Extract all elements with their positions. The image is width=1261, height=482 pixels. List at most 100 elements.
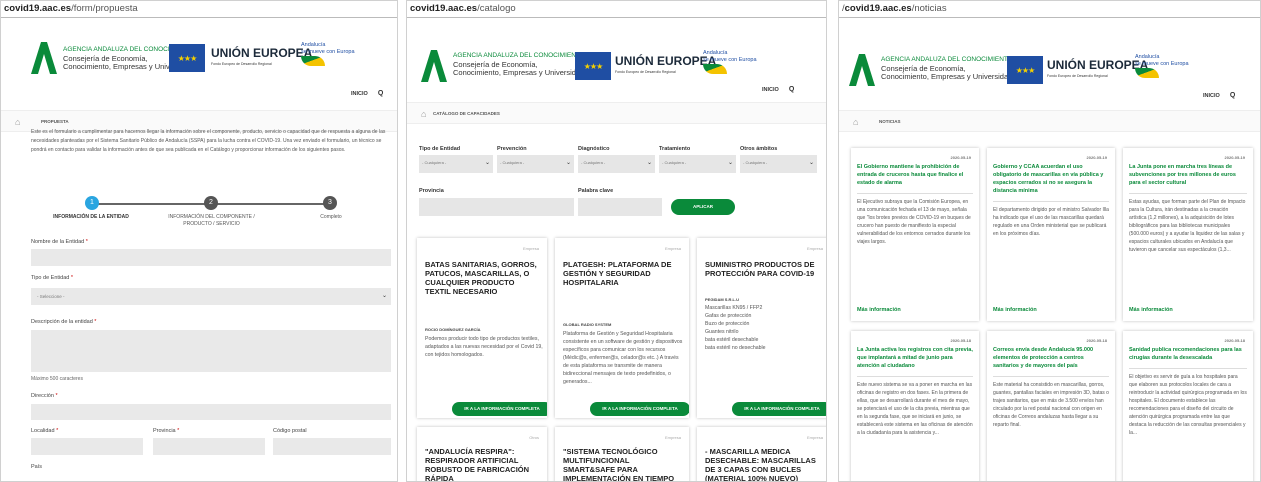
card-title[interactable]: - MASCARILLA MEDICA DESECHABLE: MASCARIL… <box>705 447 820 481</box>
junta-logo-icon[interactable] <box>849 54 875 86</box>
news-desc: Estas ayudas, que forman parte del Plan … <box>1129 199 1246 253</box>
eu-title: UNIÓN EUROPEA <box>211 46 313 60</box>
news-more-link[interactable]: Más información <box>1129 307 1173 313</box>
search-icon[interactable]: Q <box>378 90 383 97</box>
catalog-card[interactable]: Empresa SUMINISTRO PRODUCTOS DE PROTECCI… <box>697 238 826 418</box>
url-host: covid19.aac.es <box>4 3 72 14</box>
provincia-input[interactable] <box>419 198 574 216</box>
catalog-card[interactable]: Empresa - MASCARILLA MEDICA DESECHABLE: … <box>697 427 826 481</box>
card-more-button[interactable]: IR A LA INFORMACIÓN COMPLETA <box>732 402 826 416</box>
tipo-select[interactable]: - Seleccione - ⌄ <box>31 288 391 305</box>
card-tag: Empresa <box>664 435 681 440</box>
news-date: 2020-05-18 <box>950 338 971 343</box>
keyword-input[interactable] <box>578 198 662 216</box>
home-icon[interactable]: ⌂ <box>421 109 426 119</box>
news-card[interactable]: 2020-05-18 Sanidad publica recomendacion… <box>1123 331 1253 481</box>
url-path: /catalogo <box>477 3 516 14</box>
news-title[interactable]: El Gobierno mantiene la prohibición de e… <box>857 163 975 187</box>
junta-logo-icon[interactable] <box>421 50 447 82</box>
step-1-dot[interactable]: 1 <box>85 196 99 210</box>
news-title[interactable]: Correos envía desde Andalucía 95.000 ele… <box>993 346 1111 370</box>
news-date: 2020-05-19 <box>1086 155 1107 160</box>
news-date: 2020-05-19 <box>1224 155 1245 160</box>
news-card[interactable]: 2020-05-18 Correos envía desde Andalucía… <box>987 331 1115 481</box>
nombre-input[interactable] <box>31 249 391 266</box>
filter-prevencion-label: Prevención <box>497 146 527 152</box>
catalog-card[interactable]: Empresa PLATGESH: PLATAFORMA DE GESTIÓN … <box>555 238 689 418</box>
news-panel: /covid19.aac.es/noticias AGENCIA ANDALUZ… <box>838 0 1261 482</box>
junta-logo-icon[interactable] <box>31 42 57 74</box>
direccion-input[interactable] <box>31 404 391 420</box>
agency-name: AGENCIA ANDALUZA DEL CONOCIMIENTO Consej… <box>453 52 585 77</box>
news-desc: El departamento dirigido por el ministro… <box>993 207 1109 237</box>
home-icon[interactable]: ⌂ <box>853 117 858 127</box>
news-card[interactable]: 2020-05-19 La Junta pone en marcha tres … <box>1123 148 1253 321</box>
step-1-label: INFORMACIÓN DE LA ENTIDAD <box>53 214 129 220</box>
news-date: 2020-05-18 <box>1086 338 1107 343</box>
catalog-card[interactable]: Empresa "SISTEMA TECNOLÓGICO MULTIFUNCIO… <box>555 427 689 481</box>
news-title[interactable]: Gobierno y CCAA acuerdan el uso obligato… <box>993 163 1111 195</box>
news-title[interactable]: La Junta pone en marcha tres líneas de s… <box>1129 163 1247 187</box>
eu-title: UNIÓN EUROPEA <box>1047 58 1149 72</box>
nav-inicio[interactable]: INICIO <box>351 91 368 97</box>
filter-diagnostico-select[interactable]: - Cualquiera - ⌄ <box>578 155 655 173</box>
card-title[interactable]: PLATGESH: PLATAFORMA DE GESTIÓN Y SEGURI… <box>563 260 678 287</box>
search-icon[interactable]: Q <box>789 86 794 93</box>
card-more-button[interactable]: IR A LA INFORMACIÓN COMPLETA <box>452 402 547 416</box>
eu-subtitle: Fondo Europeo de Desarrollo Regional <box>1047 74 1108 78</box>
tipo-select-value: - Seleccione - <box>37 294 65 299</box>
step-2-dot[interactable]: 2 <box>204 196 218 210</box>
localidad-input[interactable] <box>31 438 143 455</box>
keyword-label: Palabra clave <box>578 188 614 194</box>
news-more-link[interactable]: Más información <box>993 307 1037 313</box>
card-tag: Otros <box>529 435 539 440</box>
nombre-label: Nombre de la Entidad * <box>31 239 88 245</box>
card-title[interactable]: "SISTEMA TECNOLÓGICO MULTIFUNCIONAL SMAR… <box>563 447 678 481</box>
news-desc: El Ejecutivo subraya que la Comisión Eur… <box>857 199 971 245</box>
filter-tratamiento-label: Tratamiento <box>659 146 691 152</box>
url-path: /form/propuesta <box>71 3 138 14</box>
catalog-panel: covid19.aac.es/catalogo AGENCIA ANDALUZA… <box>406 0 827 482</box>
card-title[interactable]: SUMINISTRO PRODUCTOS DE PROTECCIÓN PARA … <box>705 260 820 278</box>
news-title[interactable]: Sanidad publica recomendaciones para las… <box>1129 346 1247 362</box>
address-bar[interactable]: /covid19.aac.es/noticias <box>839 1 1260 18</box>
catalog-card[interactable]: Otros "ANDALUCÍA RESPIRA": RESPIRADOR AR… <box>417 427 547 481</box>
apply-button[interactable]: APLICAR <box>671 199 735 215</box>
catalog-card[interactable]: Empresa BATAS SANITARIAS, GORROS, PATUCO… <box>417 238 547 418</box>
home-icon[interactable]: ⌂ <box>15 117 20 127</box>
form-panel: covid19.aac.es/form/propuesta AGENCIA AN… <box>0 0 398 482</box>
provincia-input[interactable] <box>153 438 265 455</box>
address-bar[interactable]: covid19.aac.es/catalogo <box>407 1 826 18</box>
news-card[interactable]: 2020-05-19 Gobierno y CCAA acuerdan el u… <box>987 148 1115 321</box>
card-title[interactable]: BATAS SANITARIAS, GORROS, PATUCOS, MASCA… <box>425 260 540 296</box>
filter-tratamiento-select[interactable]: - Cualquiera - ⌄ <box>659 155 736 173</box>
news-more-link[interactable]: Más información <box>857 307 901 313</box>
news-desc: Este material ha consistido en mascarill… <box>993 382 1109 428</box>
news-title[interactable]: La Junta activa los registros con cita p… <box>857 346 975 370</box>
filter-otros-select[interactable]: - Cualquiera - ⌄ <box>740 155 817 173</box>
localidad-label: Localidad * <box>31 428 59 434</box>
filter-prevencion-select[interactable]: - Cualquiera - ⌄ <box>497 155 574 173</box>
main-nav: INICIO Q <box>1203 92 1235 99</box>
cp-input[interactable] <box>273 438 391 455</box>
descripcion-hint: Máximo 500 caracteres <box>31 376 83 382</box>
card-title[interactable]: "ANDALUCÍA RESPIRA": RESPIRADOR ARTIFICI… <box>425 447 540 481</box>
descripcion-textarea[interactable] <box>31 330 391 372</box>
news-card[interactable]: 2020-05-18 La Junta activa los registros… <box>851 331 979 481</box>
news-card[interactable]: 2020-05-19 El Gobierno mantiene la prohi… <box>851 148 979 321</box>
card-org: GLOBAL RADIO SYSTEM <box>563 322 612 327</box>
breadcrumb: ⌂ NOTICIAS <box>839 110 1260 132</box>
direccion-label: Dirección * <box>31 393 58 399</box>
card-desc: Mascarillas KN95 / FFP2 Gafas de protecc… <box>705 305 766 351</box>
nav-inicio[interactable]: INICIO <box>1203 93 1220 99</box>
search-icon[interactable]: Q <box>1230 92 1235 99</box>
nav-inicio[interactable]: INICIO <box>762 87 779 93</box>
provincia-label: Provincia * <box>153 428 180 434</box>
step-3-label: Completo <box>320 214 342 220</box>
filter-tipo-select[interactable]: - Cualquiera - ⌄ <box>419 155 493 173</box>
chevron-down-icon: ⌄ <box>727 160 733 166</box>
step-3-dot[interactable]: 3 <box>323 196 337 210</box>
card-more-button[interactable]: IR A LA INFORMACIÓN COMPLETA <box>590 402 689 416</box>
address-bar[interactable]: covid19.aac.es/form/propuesta <box>1 1 397 18</box>
site-header: AGENCIA ANDALUZA DEL CONOCIMIENTO Consej… <box>839 18 1260 99</box>
